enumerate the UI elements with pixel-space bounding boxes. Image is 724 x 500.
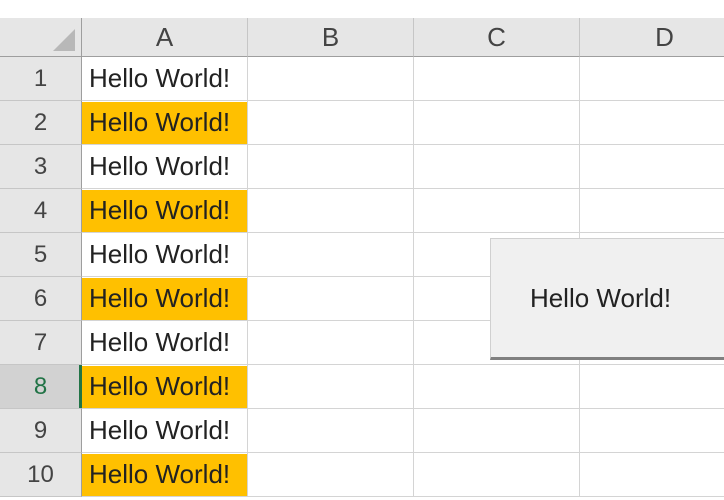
row-header-8[interactable]: 8 xyxy=(0,365,82,409)
cell-b6[interactable] xyxy=(248,277,414,321)
row-header-7[interactable]: 7 xyxy=(0,321,82,365)
cell-c8[interactable] xyxy=(414,365,580,409)
cell-text: Hello World! xyxy=(89,63,231,93)
cell-a10[interactable]: Hello World! xyxy=(82,453,248,497)
cell-text: Hello World! xyxy=(89,195,231,225)
row-header-2[interactable]: 2 xyxy=(0,101,82,145)
cell-d2[interactable] xyxy=(580,101,724,145)
cell-b9[interactable] xyxy=(248,409,414,453)
row-header-10[interactable]: 10 xyxy=(0,453,82,497)
cell-text: Hello World! xyxy=(89,239,231,269)
cell-a2[interactable]: Hello World! xyxy=(82,101,248,145)
row-header-9[interactable]: 9 xyxy=(0,409,82,453)
column-header-b[interactable]: B xyxy=(248,18,414,57)
hello-world-button[interactable]: Hello World! xyxy=(490,238,724,360)
cell-text: Hello World! xyxy=(89,327,231,357)
cell-b7[interactable] xyxy=(248,321,414,365)
cell-c3[interactable] xyxy=(414,145,580,189)
cell-text: Hello World! xyxy=(89,107,231,137)
cell-a4[interactable]: Hello World! xyxy=(82,189,248,233)
cell-d1[interactable] xyxy=(580,57,724,101)
select-all-corner[interactable] xyxy=(0,18,82,57)
row-header-6[interactable]: 6 xyxy=(0,277,82,321)
cell-a6[interactable]: Hello World! xyxy=(82,277,248,321)
select-all-triangle-icon xyxy=(53,29,75,51)
cell-b1[interactable] xyxy=(248,57,414,101)
cell-c9[interactable] xyxy=(414,409,580,453)
cell-b4[interactable] xyxy=(248,189,414,233)
cell-b8[interactable] xyxy=(248,365,414,409)
cell-a5[interactable]: Hello World! xyxy=(82,233,248,277)
cell-text: Hello World! xyxy=(89,459,231,489)
cell-d4[interactable] xyxy=(580,189,724,233)
cell-c2[interactable] xyxy=(414,101,580,145)
column-header-a[interactable]: A xyxy=(82,18,248,57)
cell-text: Hello World! xyxy=(89,151,231,181)
cell-text: Hello World! xyxy=(89,371,231,401)
cell-b3[interactable] xyxy=(248,145,414,189)
cell-a9[interactable]: Hello World! xyxy=(82,409,248,453)
cell-c10[interactable] xyxy=(414,453,580,497)
cell-d3[interactable] xyxy=(580,145,724,189)
cell-text: Hello World! xyxy=(89,283,231,313)
cell-b2[interactable] xyxy=(248,101,414,145)
cell-c1[interactable] xyxy=(414,57,580,101)
cell-a3[interactable]: Hello World! xyxy=(82,145,248,189)
row-header-1[interactable]: 1 xyxy=(0,57,82,101)
cell-b10[interactable] xyxy=(248,453,414,497)
cell-d8[interactable] xyxy=(580,365,724,409)
cell-a1[interactable]: Hello World! xyxy=(82,57,248,101)
cell-d10[interactable] xyxy=(580,453,724,497)
row-header-3[interactable]: 3 xyxy=(0,145,82,189)
cell-d9[interactable] xyxy=(580,409,724,453)
row-header-5[interactable]: 5 xyxy=(0,233,82,277)
cell-a7[interactable]: Hello World! xyxy=(82,321,248,365)
cell-a8[interactable]: Hello World! xyxy=(82,365,248,409)
column-header-c[interactable]: C xyxy=(414,18,580,57)
row-header-4[interactable]: 4 xyxy=(0,189,82,233)
cell-c4[interactable] xyxy=(414,189,580,233)
column-header-d[interactable]: D xyxy=(580,18,724,57)
cell-text: Hello World! xyxy=(89,415,231,445)
cell-b5[interactable] xyxy=(248,233,414,277)
